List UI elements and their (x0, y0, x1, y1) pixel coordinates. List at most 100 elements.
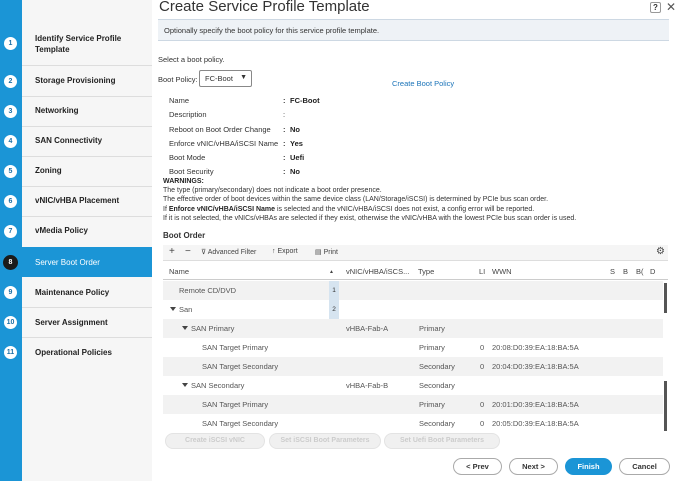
prop-value: Uefi (290, 153, 305, 163)
info-bar: Optionally specify the boot policy for t… (158, 19, 669, 41)
step-zoning[interactable]: 5 Zoning (0, 156, 152, 186)
export-button[interactable]: ↑ Export (272, 248, 298, 255)
step-identify[interactable]: 1 Identify Service Profile Template (0, 24, 152, 64)
boot-order-toolbar: + − ⊽ Advanced Filter ↑ Export ▤ Print ⚙ (163, 245, 668, 261)
caret-down-icon: ▼ (240, 74, 247, 81)
step-server-boot-order[interactable]: 8 Server Boot Order (0, 247, 152, 277)
cell-type: Primary (419, 400, 445, 409)
wizard-sidebar: 1 Identify Service Profile Template 2 St… (0, 0, 152, 481)
step-maintenance-policy[interactable]: 9 Maintenance Policy (0, 277, 152, 307)
print-button[interactable]: ▤ Print (315, 248, 338, 256)
col-lun[interactable]: LI (479, 267, 485, 276)
table-row[interactable]: SAN Secondary vHBA-Fab-B Secondary (163, 376, 663, 395)
step-label: Server Boot Order (35, 258, 100, 267)
step-vmedia-policy[interactable]: 7 vMedia Policy (0, 216, 152, 246)
warning-line: If it is not selected, the vNICs/vHBAs a… (163, 214, 577, 222)
warning-line: If Enforce vNIC/vHBA/iSCSI Name is selec… (163, 205, 663, 214)
remove-icon[interactable]: − (185, 246, 191, 257)
prop-value: FC-Boot (290, 96, 320, 105)
export-icon: ↑ (272, 248, 276, 255)
cell-name: Remote CD/DVD (179, 286, 237, 295)
prop-row: Reboot on Boot Order Change : No (169, 125, 469, 139)
sort-asc-icon[interactable]: ▲ (329, 269, 334, 275)
scroll-thumb[interactable] (664, 381, 667, 431)
help-icon[interactable]: ? (650, 2, 661, 13)
add-icon[interactable]: + (169, 246, 175, 257)
prop-colon: : (283, 96, 286, 105)
step-number: 11 (3, 345, 18, 360)
gear-icon[interactable]: ⚙ (656, 246, 665, 257)
table-row[interactable]: San 2 (163, 300, 663, 319)
cell-lun: 0 (480, 400, 485, 409)
table-row[interactable]: Remote CD/DVD 1 (163, 281, 663, 300)
scroll-thumb[interactable] (664, 283, 667, 313)
cell-name: SAN Target Secondary (202, 362, 279, 371)
expand-caret-icon[interactable] (182, 326, 188, 330)
cell-vnic: vHBA-Fab-A (346, 324, 389, 333)
step-networking[interactable]: 3 Networking (0, 96, 152, 126)
prop-key: Boot Mode (169, 153, 206, 163)
step-vnic-vhba-placement[interactable]: 6 vNIC/vHBA Placement (0, 186, 152, 216)
cell-type: Secondary (419, 419, 455, 428)
table-row[interactable]: SAN Target Primary Primary 0 20:08:D0:39… (163, 338, 663, 357)
step-number: 2 (3, 74, 18, 89)
boot-order-table-header: Name ▲ vNIC/vHBA/iSCS... Type LI WWN S B… (163, 263, 668, 280)
warnings-title: WARNINGS: (163, 178, 204, 185)
col-s[interactable]: S (610, 267, 615, 276)
col-type[interactable]: Type (418, 267, 434, 276)
step-label: Operational Policies (35, 348, 112, 357)
prop-key: Enforce vNIC/vHBA/iSCSI Name (169, 138, 279, 148)
col-d[interactable]: D (650, 267, 655, 276)
step-storage-provisioning[interactable]: 2 Storage Provisioning (0, 66, 152, 96)
prev-button[interactable]: < Prev (453, 458, 502, 475)
cell-name: SAN Primary (191, 324, 235, 333)
prop-row: Name : FC-Boot (169, 96, 469, 110)
col-name[interactable]: Name (169, 267, 189, 276)
col-wwn[interactable]: WWN (492, 267, 512, 276)
close-icon[interactable]: ✕ (666, 0, 676, 14)
table-row[interactable]: SAN Target Primary Primary 0 20:01:D0:39… (163, 395, 663, 414)
set-iscsi-boot-params-button[interactable]: Set iSCSI Boot Parameters (269, 433, 381, 449)
page-title: Create Service Profile Template (159, 0, 370, 15)
table-row[interactable]: SAN Primary vHBA-Fab-A Primary (163, 319, 663, 338)
col-vnic[interactable]: vNIC/vHBA/iSCS... (346, 267, 409, 276)
cell-type: Secondary (419, 381, 455, 390)
cell-name: SAN Target Primary (202, 343, 269, 352)
col-b[interactable]: B (623, 267, 628, 276)
step-label: vNIC/vHBA Placement (35, 196, 120, 205)
advanced-filter-button[interactable]: ⊽ Advanced Filter (201, 248, 256, 256)
cell-name: SAN Secondary (191, 381, 245, 390)
prop-colon: : (283, 110, 286, 120)
table-scrollbar[interactable] (664, 283, 667, 433)
prop-value: Yes (290, 138, 303, 148)
step-server-assignment[interactable]: 10 Server Assignment (0, 307, 152, 337)
cell-lun: 0 (480, 362, 485, 371)
create-iscsi-vnic-button[interactable]: Create iSCSI vNIC (165, 433, 265, 449)
cell-order: 1 (329, 281, 339, 300)
table-row[interactable]: SAN Target Secondary Secondary 0 20:04:D… (163, 357, 663, 376)
table-row[interactable]: SAN Target Secondary Secondary 0 20:05:D… (163, 414, 663, 433)
prop-value: No (290, 124, 300, 134)
step-label: Networking (35, 106, 79, 115)
step-san-connectivity[interactable]: 4 SAN Connectivity (0, 126, 152, 156)
cell-lun: 0 (480, 419, 485, 428)
col-b2[interactable]: B( (636, 267, 644, 276)
step-label: vMedia Policy (35, 226, 88, 235)
cell-wwn: 20:08:D0:39:EA:18:BA:5A (492, 343, 579, 352)
set-uefi-boot-params-button[interactable]: Set Uefi Boot Parameters (384, 433, 500, 449)
expand-caret-icon[interactable] (170, 307, 176, 311)
boot-policy-properties: Name : FC-Boot Description : Reboot on B… (169, 96, 469, 182)
step-number: 7 (3, 224, 18, 239)
create-boot-policy-link[interactable]: Create Boot Policy (392, 79, 454, 88)
cell-type: Primary (419, 324, 445, 333)
next-button[interactable]: Next > (509, 458, 558, 475)
boot-policy-select[interactable]: FC-Boot ▼ (199, 70, 252, 87)
cancel-button[interactable]: Cancel (619, 458, 670, 475)
prop-key: Description (169, 110, 207, 120)
filter-icon: ⊽ (201, 249, 207, 256)
finish-button[interactable]: Finish (565, 458, 612, 475)
step-operational-policies[interactable]: 11 Operational Policies (0, 337, 152, 367)
step-number: 6 (3, 194, 18, 209)
expand-caret-icon[interactable] (182, 383, 188, 387)
prop-colon: : (283, 138, 286, 148)
